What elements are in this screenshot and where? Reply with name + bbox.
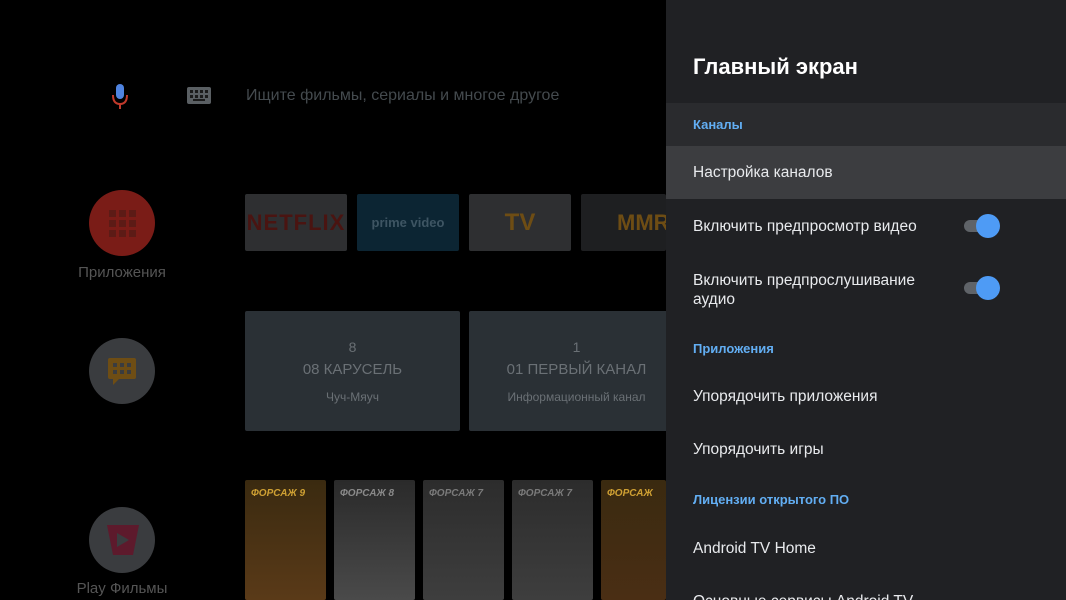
channel-card[interactable]: 1 01 ПЕРВЫЙ КАНАЛ Информационный канал <box>469 311 684 431</box>
core-services-item[interactable]: Основные сервисы Android TV <box>693 592 913 600</box>
audio-preview-item[interactable]: Включить предпрослушивание аудио <box>693 271 943 309</box>
poster-title: ФОРСАЖ 7 <box>429 488 484 499</box>
apps-label: Приложения <box>78 264 166 281</box>
live-channels-icon[interactable] <box>89 338 155 404</box>
audio-preview-toggle[interactable] <box>964 276 1000 300</box>
play-movies-icon[interactable] <box>89 507 155 573</box>
mmr-logo: MMR <box>617 209 666 235</box>
tv-tile[interactable]: TV <box>469 194 571 251</box>
netflix-logo: NETFLIX <box>246 209 346 235</box>
movie-poster[interactable]: ФОРСАЖ 7 <box>512 480 593 600</box>
channel-program: Информационный канал <box>507 390 646 404</box>
search-input[interactable]: Ищите фильмы, сериалы и многое другое <box>246 87 559 105</box>
toggle-knob <box>976 214 1000 238</box>
channel-program: Чуч-Мяуч <box>326 390 379 404</box>
section-channels: Каналы <box>693 117 743 132</box>
netflix-tile[interactable]: NETFLIX <box>245 194 347 251</box>
poster-title: ФОРСАЖ 8 <box>340 488 395 499</box>
video-preview-item[interactable]: Включить предпросмотр видео <box>693 217 917 236</box>
movie-poster[interactable]: ФОРСАЖ 9 <box>245 480 326 600</box>
sort-apps-item[interactable]: Упорядочить приложения <box>693 387 877 406</box>
toggle-knob <box>976 276 1000 300</box>
movie-poster[interactable]: ФОРСАЖ 7 <box>423 480 504 600</box>
poster-title: ФОРСАЖ 9 <box>251 488 306 499</box>
tv-logo: TV <box>504 208 536 236</box>
sort-games-item[interactable]: Упорядочить игры <box>693 440 824 459</box>
prime-video-tile[interactable]: prime video <box>357 194 459 251</box>
video-preview-toggle[interactable] <box>964 214 1000 238</box>
poster-title: ФОРСАЖ <box>607 488 653 499</box>
section-apps: Приложения <box>693 341 774 356</box>
poster-title: ФОРСАЖ 7 <box>518 488 573 499</box>
channel-number: 8 <box>348 339 357 355</box>
mmr-tile[interactable]: MMR <box>581 194 666 251</box>
movie-poster[interactable]: ФОРСАЖ <box>601 480 666 600</box>
movie-poster[interactable]: ФОРСАЖ 8 <box>334 480 415 600</box>
setup-channels-item[interactable]: Настройка каналов <box>693 163 833 182</box>
section-licenses: Лицензии открытого ПО <box>693 492 850 507</box>
apps-icon[interactable] <box>89 190 155 256</box>
microphone-icon[interactable] <box>110 82 130 110</box>
channel-name: 08 КАРУСЕЛЬ <box>302 361 403 378</box>
play-movies-label: Play Фильмы <box>76 580 168 597</box>
channel-card[interactable]: 8 08 КАРУСЕЛЬ Чуч-Мяуч <box>245 311 460 431</box>
keyboard-icon[interactable] <box>187 87 211 104</box>
android-tv-home-item[interactable]: Android TV Home <box>693 539 816 558</box>
panel-title: Главный экран <box>693 54 858 79</box>
channel-number: 1 <box>572 339 581 355</box>
channel-name: 01 ПЕРВЫЙ КАНАЛ <box>506 361 647 378</box>
home-screen-settings-panel: Главный экран Каналы Настройка каналов В… <box>666 0 1066 600</box>
prime-video-logo: prime video <box>371 215 445 230</box>
